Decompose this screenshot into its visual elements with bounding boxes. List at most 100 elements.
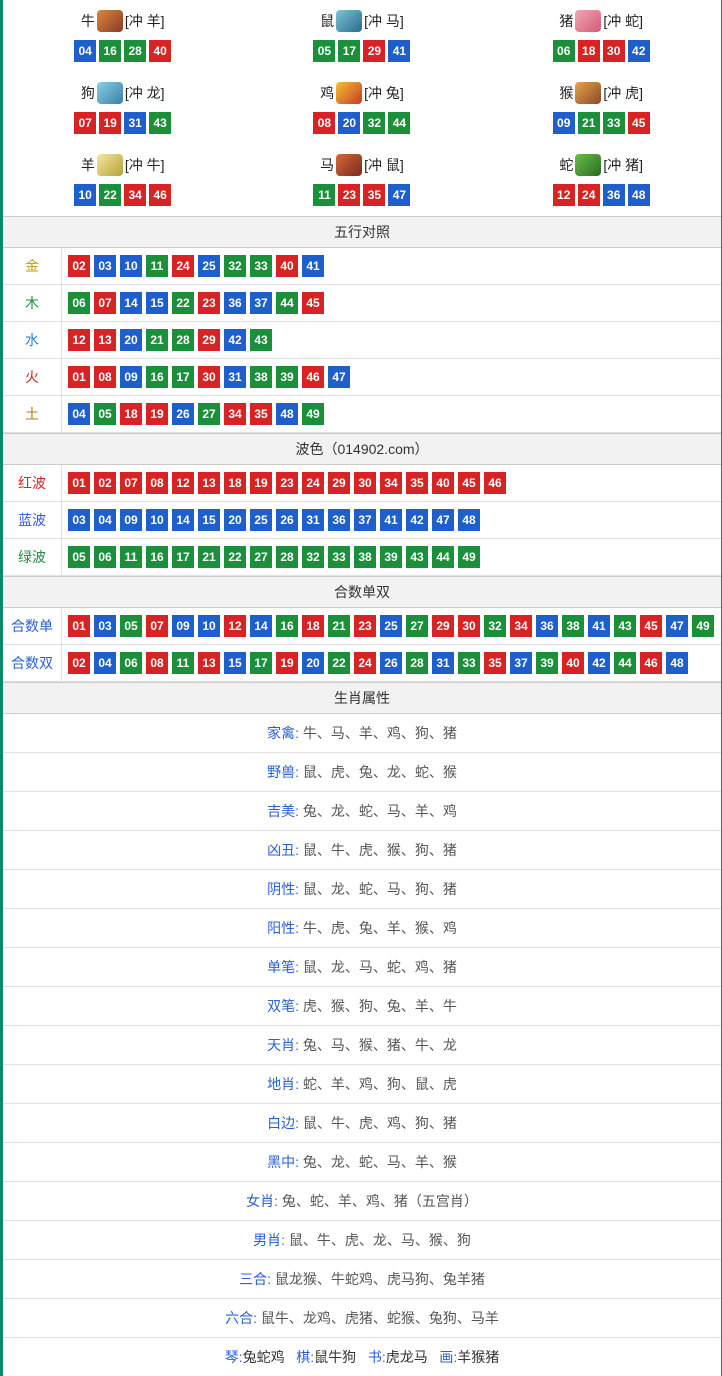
zodiac-chong: [冲 鼠] [364,155,404,175]
number-ball: 35 [250,403,272,425]
number-ball: 48 [458,509,480,531]
number-ball: 49 [302,403,324,425]
zodiac-cell: 猴[冲 虎]09213345 [482,72,721,144]
number-ball: 40 [562,652,584,674]
number-ball: 19 [276,652,298,674]
attr-row: 凶丑: 鼠、牛、虎、猴、狗、猪 [3,831,721,870]
attr-key: 阴性: [267,881,299,897]
number-ball: 09 [172,615,194,637]
number-ball: 32 [363,112,385,134]
attr-key: 家禽: [267,725,299,741]
number-ball: 05 [68,546,90,568]
number-ball: 22 [224,546,246,568]
attr-key: 女肖: [246,1193,278,1209]
zodiac-name: 鸡 [320,83,334,103]
row-balls: 0204060811131517192022242628313335373940… [62,645,722,682]
number-ball: 35 [484,652,506,674]
row-label: 合数单 [3,608,62,645]
number-ball: 28 [276,546,298,568]
zodiac-chong: [冲 牛] [125,155,165,175]
number-ball: 07 [74,112,96,134]
attr-row: 野兽: 鼠、虎、兔、龙、蛇、猴 [3,753,721,792]
zodiac-chong: [冲 猪] [603,155,643,175]
page-frame: 牛[冲 羊]04162840鼠[冲 马]05172941猪[冲 蛇]061830… [0,0,722,1376]
number-ball: 20 [120,329,142,351]
number-ball: 47 [328,366,350,388]
number-ball: 38 [562,615,584,637]
number-ball: 26 [276,509,298,531]
row-label: 水 [3,322,62,359]
attr-row: 阴性: 鼠、龙、蛇、马、狗、猪 [3,870,721,909]
row-balls: 02031011242532334041 [62,248,722,285]
number-ball: 16 [276,615,298,637]
heshu-table: 合数单0103050709101214161821232527293032343… [3,608,721,682]
number-ball: 24 [302,472,324,494]
row-balls: 0108091617303138394647 [62,359,722,396]
number-ball: 11 [313,184,335,206]
number-ball: 40 [276,255,298,277]
number-ball: 33 [603,112,625,134]
attr-value: 鼠、虎、兔、龙、蛇、猴 [303,764,457,780]
number-ball: 02 [68,255,90,277]
number-ball: 13 [198,472,220,494]
number-ball: 05 [120,615,142,637]
number-ball: 11 [146,255,168,277]
number-ball: 44 [276,292,298,314]
attr-key: 双笔: [267,998,299,1014]
four-value: 鼠牛狗 [314,1349,356,1365]
number-ball: 12 [172,472,194,494]
number-ball: 45 [628,112,650,134]
heshu-header: 合数单双 [3,576,721,608]
number-ball: 03 [68,509,90,531]
attr-value: 兔、马、猴、猪、牛、龙 [303,1037,457,1053]
number-ball: 08 [146,652,168,674]
attrs-header: 生肖属性 [3,682,721,714]
number-ball: 45 [640,615,662,637]
number-ball: 17 [172,546,194,568]
zodiac-chong: [冲 马] [364,11,404,31]
number-ball: 12 [553,184,575,206]
number-ball: 27 [406,615,428,637]
number-ball: 20 [224,509,246,531]
table-row: 红波0102070812131819232429303435404546 [3,465,721,502]
number-ball: 05 [94,403,116,425]
zodiac-icon [336,10,362,32]
number-ball: 11 [120,546,142,568]
zodiac-name: 狗 [81,83,95,103]
number-ball: 10 [146,509,168,531]
attr-key: 单笔: [267,959,299,975]
table-row: 火0108091617303138394647 [3,359,721,396]
attr-value: 兔、龙、蛇、马、羊、鸡 [303,803,457,819]
zodiac-grid: 牛[冲 羊]04162840鼠[冲 马]05172941猪[冲 蛇]061830… [3,0,721,216]
table-row: 金02031011242532334041 [3,248,721,285]
number-ball: 42 [224,329,246,351]
number-ball: 06 [94,546,116,568]
row-label: 金 [3,248,62,285]
number-ball: 16 [146,366,168,388]
number-ball: 21 [146,329,168,351]
number-ball: 06 [120,652,142,674]
number-ball: 23 [276,472,298,494]
zodiac-cell: 羊[冲 牛]10223446 [3,144,242,216]
bose-table: 红波0102070812131819232429303435404546蓝波03… [3,465,721,576]
attr-key: 地肖: [267,1076,299,1092]
number-ball: 36 [536,615,558,637]
attr-key: 阳性: [267,920,299,936]
zodiac-name: 猪 [559,11,573,31]
zodiac-cell: 猪[冲 蛇]06183042 [482,0,721,72]
number-ball: 29 [328,472,350,494]
attr-value: 鼠牛、龙鸡、虎猪、蛇猴、兔狗、马羊 [261,1310,499,1326]
number-ball: 30 [198,366,220,388]
row-label: 红波 [3,465,62,502]
number-ball: 18 [578,40,600,62]
zodiac-chong: [冲 虎] [603,83,643,103]
number-ball: 10 [74,184,96,206]
number-ball: 29 [363,40,385,62]
attr-value: 鼠、龙、马、蛇、鸡、猪 [303,959,457,975]
number-ball: 10 [198,615,220,637]
number-ball: 20 [338,112,360,134]
number-ball: 41 [302,255,324,277]
bose-header: 波色（014902.com） [3,433,721,465]
zodiac-name: 蛇 [559,155,573,175]
zodiac-nums: 09213345 [482,112,721,134]
